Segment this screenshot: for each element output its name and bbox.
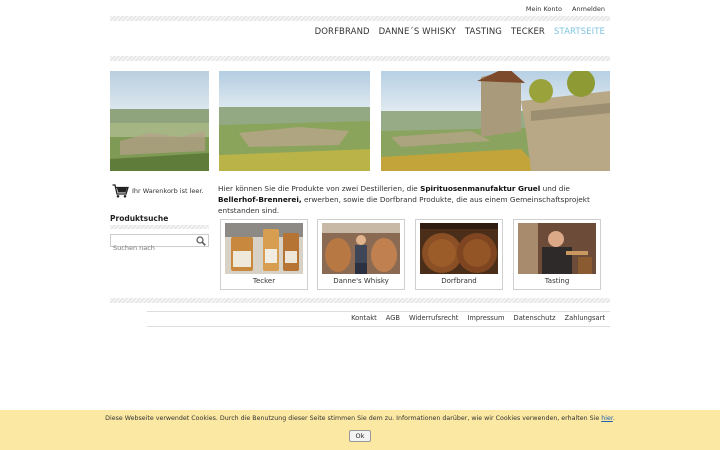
- login-link[interactable]: Anmelden: [572, 5, 605, 13]
- nav-item-tecker[interactable]: TECKER: [511, 27, 545, 37]
- footer-link-agb[interactable]: AGB: [386, 314, 400, 322]
- footer-divider-bottom: [147, 326, 610, 327]
- intro-text: Hier können Sie die Produkte von zwei De…: [218, 183, 610, 216]
- distillery-person-image: [322, 223, 400, 274]
- footer-link-zahlungsart[interactable]: Zahlungsart: [565, 314, 605, 322]
- shopping-cart-icon: [112, 184, 129, 198]
- nav-stripe: [110, 56, 610, 61]
- cart-status-text: Ihr Warenkorb ist leer.: [132, 187, 204, 195]
- cookie-message-text: Diese Webseite verwendet Cookies. Durch …: [105, 415, 602, 422]
- tasting-person-image: [518, 223, 596, 274]
- intro-part2: und die: [540, 184, 570, 193]
- landscape-photo-2: [219, 71, 370, 171]
- product-search-title: Produktsuche: [110, 214, 169, 223]
- nav-item-dorfbrand[interactable]: DORFBRAND: [315, 27, 370, 37]
- brand-bellerhof: Bellerhof-Brennerei,: [218, 195, 302, 204]
- cookie-banner: Diese Webseite verwendet Cookies. Durch …: [0, 410, 720, 450]
- footer-nav: Kontakt AGB Widerrufsrecht Impressum Dat…: [351, 314, 605, 322]
- footer-link-impressum[interactable]: Impressum: [467, 314, 504, 322]
- footer-link-datenschutz[interactable]: Datenschutz: [514, 314, 556, 322]
- sidebar-stripe: [110, 225, 209, 229]
- cookie-message: Diese Webseite verwendet Cookies. Durch …: [0, 415, 720, 422]
- product-tile-dorfbrand[interactable]: Dorfbrand: [415, 219, 503, 290]
- barrels-image: [420, 223, 498, 274]
- brand-gruel: Spirituosenmanufaktur Gruel: [420, 184, 541, 193]
- nav-item-dannes-whisky[interactable]: DANNE´S WHISKY: [379, 27, 456, 37]
- account-bar: Mein Konto Anmelden: [526, 5, 605, 13]
- tecker-bottles-image: [225, 223, 303, 274]
- landscape-photo-castle: [381, 71, 610, 171]
- tile-label: Tecker: [252, 277, 276, 285]
- nav-item-tasting[interactable]: TASTING: [465, 27, 502, 37]
- product-tile-tecker[interactable]: Tecker: [220, 219, 308, 290]
- tile-label: Dorfbrand: [441, 277, 477, 285]
- tile-label: Danne's Whisky: [333, 277, 389, 285]
- nav-item-startseite[interactable]: STARTSEITE: [554, 27, 605, 37]
- cookie-info-link[interactable]: hier: [601, 415, 613, 422]
- magnifier-icon[interactable]: [196, 236, 206, 246]
- footer-divider-top: [147, 311, 610, 312]
- product-tile-tasting[interactable]: Tasting: [513, 219, 601, 290]
- header-stripe: [110, 16, 610, 21]
- my-account-link[interactable]: Mein Konto: [526, 5, 562, 13]
- cookie-message-end: .: [612, 415, 615, 422]
- footer-link-kontakt[interactable]: Kontakt: [351, 314, 377, 322]
- intro-part1: Hier können Sie die Produkte von zwei De…: [218, 184, 421, 193]
- landscape-photo-1: [110, 71, 209, 171]
- cart-status[interactable]: Ihr Warenkorb ist leer.: [112, 184, 204, 198]
- cookie-ok-button[interactable]: Ok: [349, 430, 371, 442]
- main-nav: DORFBRAND DANNE´S WHISKY TASTING TECKER …: [315, 27, 605, 37]
- product-tile-dannes-whisky[interactable]: Danne's Whisky: [317, 219, 405, 290]
- search-input[interactable]: [111, 242, 195, 254]
- tile-label: Tasting: [544, 277, 570, 285]
- content-stripe: [110, 298, 610, 303]
- product-search-box: [110, 234, 209, 254]
- footer-link-widerrufsrecht[interactable]: Widerrufsrecht: [409, 314, 458, 322]
